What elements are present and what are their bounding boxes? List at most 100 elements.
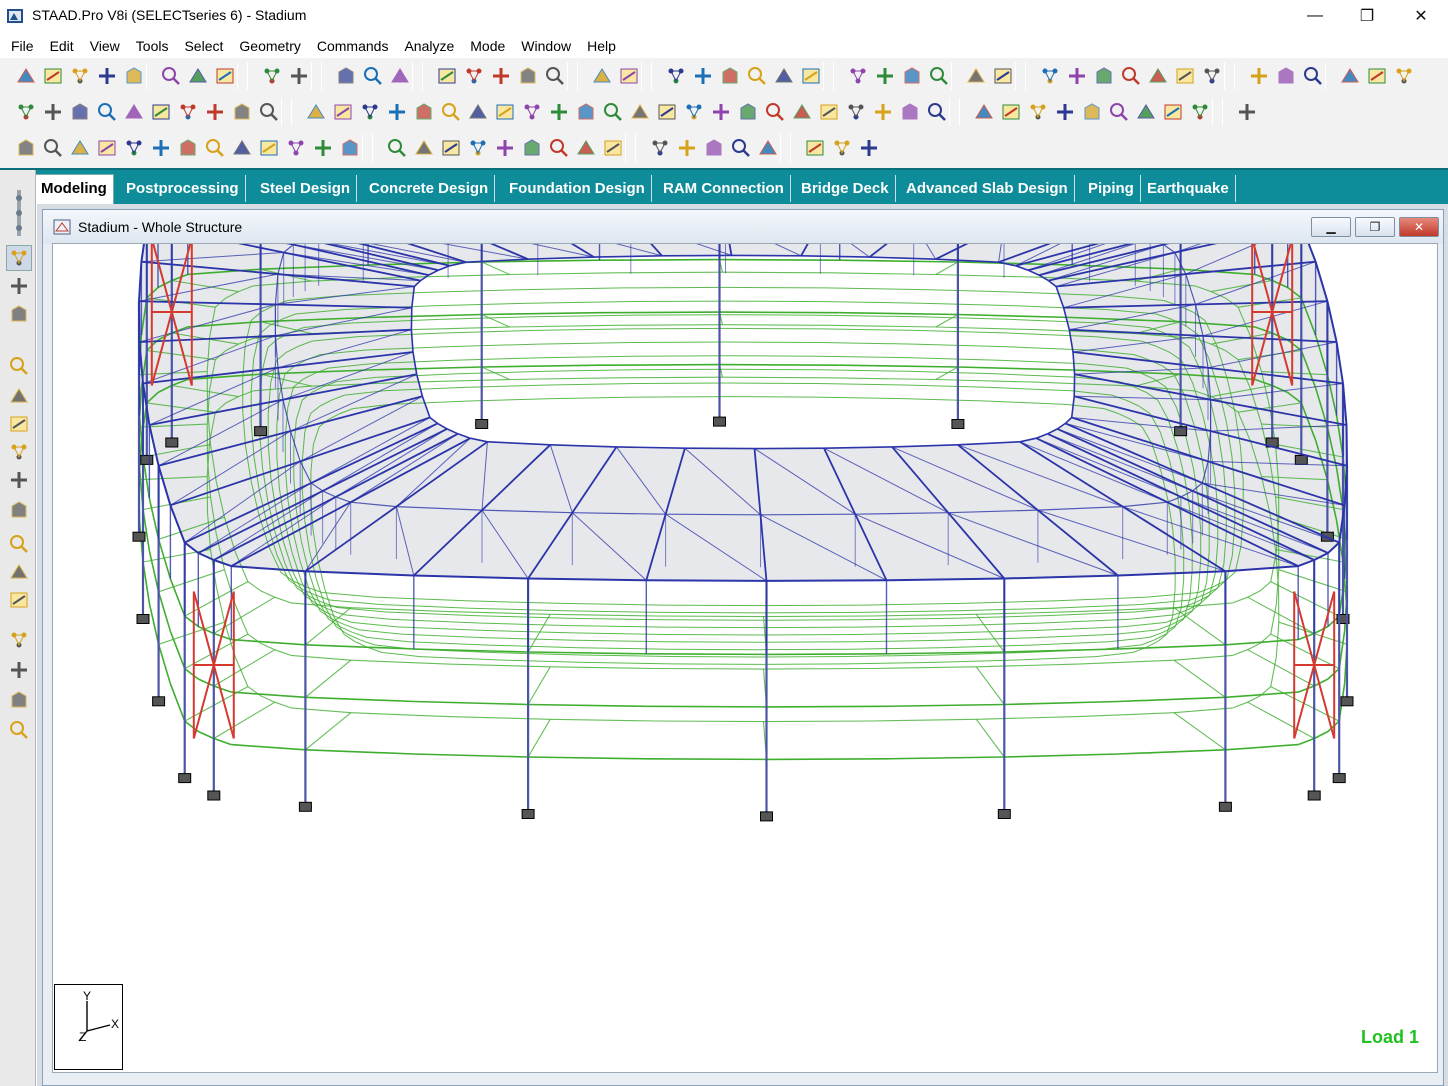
page-control-button-icon[interactable] (7, 274, 31, 298)
toolbar-tool-icon[interactable] (68, 136, 92, 160)
toolbar-tool-icon[interactable] (257, 100, 281, 124)
toolbar-tool-icon[interactable] (871, 100, 895, 124)
toolbar-tool-icon[interactable] (664, 64, 688, 88)
toolbar-tool-icon[interactable] (846, 64, 870, 88)
toolbar-tool-icon[interactable] (547, 136, 571, 160)
toolbar-tool-icon[interactable] (176, 100, 200, 124)
toolbar-tool-icon[interactable] (230, 136, 254, 160)
tab-earthquake[interactable]: Earthquake (1141, 175, 1236, 202)
toolbar-tool-icon[interactable] (1038, 64, 1062, 88)
toolbar-tool-icon[interactable] (1173, 64, 1197, 88)
toolbar-tool-icon[interactable] (718, 64, 742, 88)
menu-mode[interactable]: Mode (463, 34, 514, 58)
toolbar-tool-icon[interactable] (1188, 100, 1212, 124)
toolbar-tool-icon[interactable] (493, 100, 517, 124)
toolbar-tool-icon[interactable] (1080, 100, 1104, 124)
page-control-button-icon[interactable] (7, 628, 31, 652)
toolbar-tool-icon[interactable] (675, 136, 699, 160)
toolbar-tool-icon[interactable] (1338, 64, 1362, 88)
toolbar-tool-icon[interactable] (149, 100, 173, 124)
toolbar-tool-icon[interactable] (14, 64, 38, 88)
menu-select[interactable]: Select (177, 34, 232, 58)
toolbar-tool-icon[interactable] (41, 100, 65, 124)
close-button[interactable]: ✕ (1394, 0, 1448, 32)
toolbar-tool-icon[interactable] (873, 64, 897, 88)
toolbar-tool-icon[interactable] (176, 136, 200, 160)
page-control-button-icon[interactable] (7, 718, 31, 742)
toolbar-tool-icon[interactable] (830, 136, 854, 160)
tab-postprocessing[interactable]: Postprocessing (120, 175, 246, 202)
toolbar-tool-icon[interactable] (617, 64, 641, 88)
toolbar-tool-icon[interactable] (655, 100, 679, 124)
toolbar-tool-icon[interactable] (745, 64, 769, 88)
toolbar-tool-icon[interactable] (1235, 100, 1259, 124)
toolbar-tool-icon[interactable] (1026, 100, 1050, 124)
toolbar-tool-icon[interactable] (772, 64, 796, 88)
minimize-button[interactable]: — (1288, 0, 1342, 32)
toolbar-tool-icon[interactable] (412, 136, 436, 160)
toolbar-tool-icon[interactable] (682, 100, 706, 124)
toolbar-tool-icon[interactable] (756, 136, 780, 160)
toolbar-tool-icon[interactable] (817, 100, 841, 124)
tab-bridge-deck[interactable]: Bridge Deck (795, 175, 896, 202)
toolbar-tool-icon[interactable] (790, 100, 814, 124)
toolbar-tool-icon[interactable] (186, 64, 210, 88)
toolbar-tool-icon[interactable] (435, 64, 459, 88)
toolbar-tool-icon[interactable] (203, 136, 227, 160)
model-viewport[interactable]: Y X Z Load 1 (52, 243, 1438, 1073)
menu-commands[interactable]: Commands (310, 34, 398, 58)
child-minimize-button[interactable]: ▁ (1311, 217, 1351, 237)
toolbar-tool-icon[interactable] (1365, 64, 1389, 88)
toolbar-tool-icon[interactable] (489, 64, 513, 88)
toolbar-tool-icon[interactable] (149, 136, 173, 160)
toolbar-tool-icon[interactable] (439, 136, 463, 160)
page-control-button-icon[interactable] (6, 245, 32, 271)
toolbar-tool-icon[interactable] (964, 64, 988, 88)
toolbar-tool-icon[interactable] (331, 100, 355, 124)
structure-window-titlebar[interactable]: Stadium - Whole Structure ▁ ❐ ✕ (43, 210, 1443, 244)
toolbar-tool-icon[interactable] (590, 64, 614, 88)
toolbar-tool-icon[interactable] (702, 136, 726, 160)
toolbar-tool-icon[interactable] (1161, 100, 1185, 124)
toolbar-tool-icon[interactable] (1053, 100, 1077, 124)
page-control-button-icon[interactable] (7, 658, 31, 682)
toolbar-tool-icon[interactable] (95, 136, 119, 160)
toolbar-tool-icon[interactable] (14, 100, 38, 124)
toolbar-tool-icon[interactable] (991, 64, 1015, 88)
toolbar-tool-icon[interactable] (1200, 64, 1224, 88)
page-control-button-icon[interactable] (7, 468, 31, 492)
toolbar-tool-icon[interactable] (388, 64, 412, 88)
toolbar-tool-icon[interactable] (68, 100, 92, 124)
page-control-button-icon[interactable] (7, 384, 31, 408)
toolbar-tool-icon[interactable] (68, 64, 92, 88)
toolbar-tool-icon[interactable] (729, 136, 753, 160)
toolbar-tool-icon[interactable] (439, 100, 463, 124)
toolbar-tool-icon[interactable] (385, 136, 409, 160)
tab-foundation-design[interactable]: Foundation Design (503, 175, 652, 202)
toolbar-tool-icon[interactable] (41, 136, 65, 160)
toolbar-tool-icon[interactable] (95, 64, 119, 88)
toolbar-tool-icon[interactable] (1301, 64, 1325, 88)
menu-window[interactable]: Window (514, 34, 580, 58)
toolbar-tool-icon[interactable] (927, 64, 951, 88)
toolbar-tool-icon[interactable] (736, 100, 760, 124)
toolbar-tool-icon[interactable] (122, 64, 146, 88)
child-restore-button[interactable]: ❐ (1355, 217, 1395, 237)
toolbar-tool-icon[interactable] (159, 64, 183, 88)
toolbar-tool-icon[interactable] (520, 136, 544, 160)
toolbar-tool-icon[interactable] (1247, 64, 1271, 88)
page-control-button-icon[interactable] (7, 354, 31, 378)
menu-analyze[interactable]: Analyze (397, 34, 463, 58)
toolbar-tool-icon[interactable] (466, 136, 490, 160)
toolbar-tool-icon[interactable] (122, 100, 146, 124)
toolbar-tool-icon[interactable] (95, 100, 119, 124)
toolbar-tool-icon[interactable] (1119, 64, 1143, 88)
toolbar-tool-icon[interactable] (1274, 64, 1298, 88)
toolbar-tool-icon[interactable] (361, 64, 385, 88)
toolbar-tool-icon[interactable] (14, 136, 38, 160)
toolbar-tool-icon[interactable] (334, 64, 358, 88)
toolbar-tool-icon[interactable] (925, 100, 949, 124)
toolbar-tool-icon[interactable] (1134, 100, 1158, 124)
toolbar-tool-icon[interactable] (972, 100, 996, 124)
toolbar-tool-icon[interactable] (857, 136, 881, 160)
